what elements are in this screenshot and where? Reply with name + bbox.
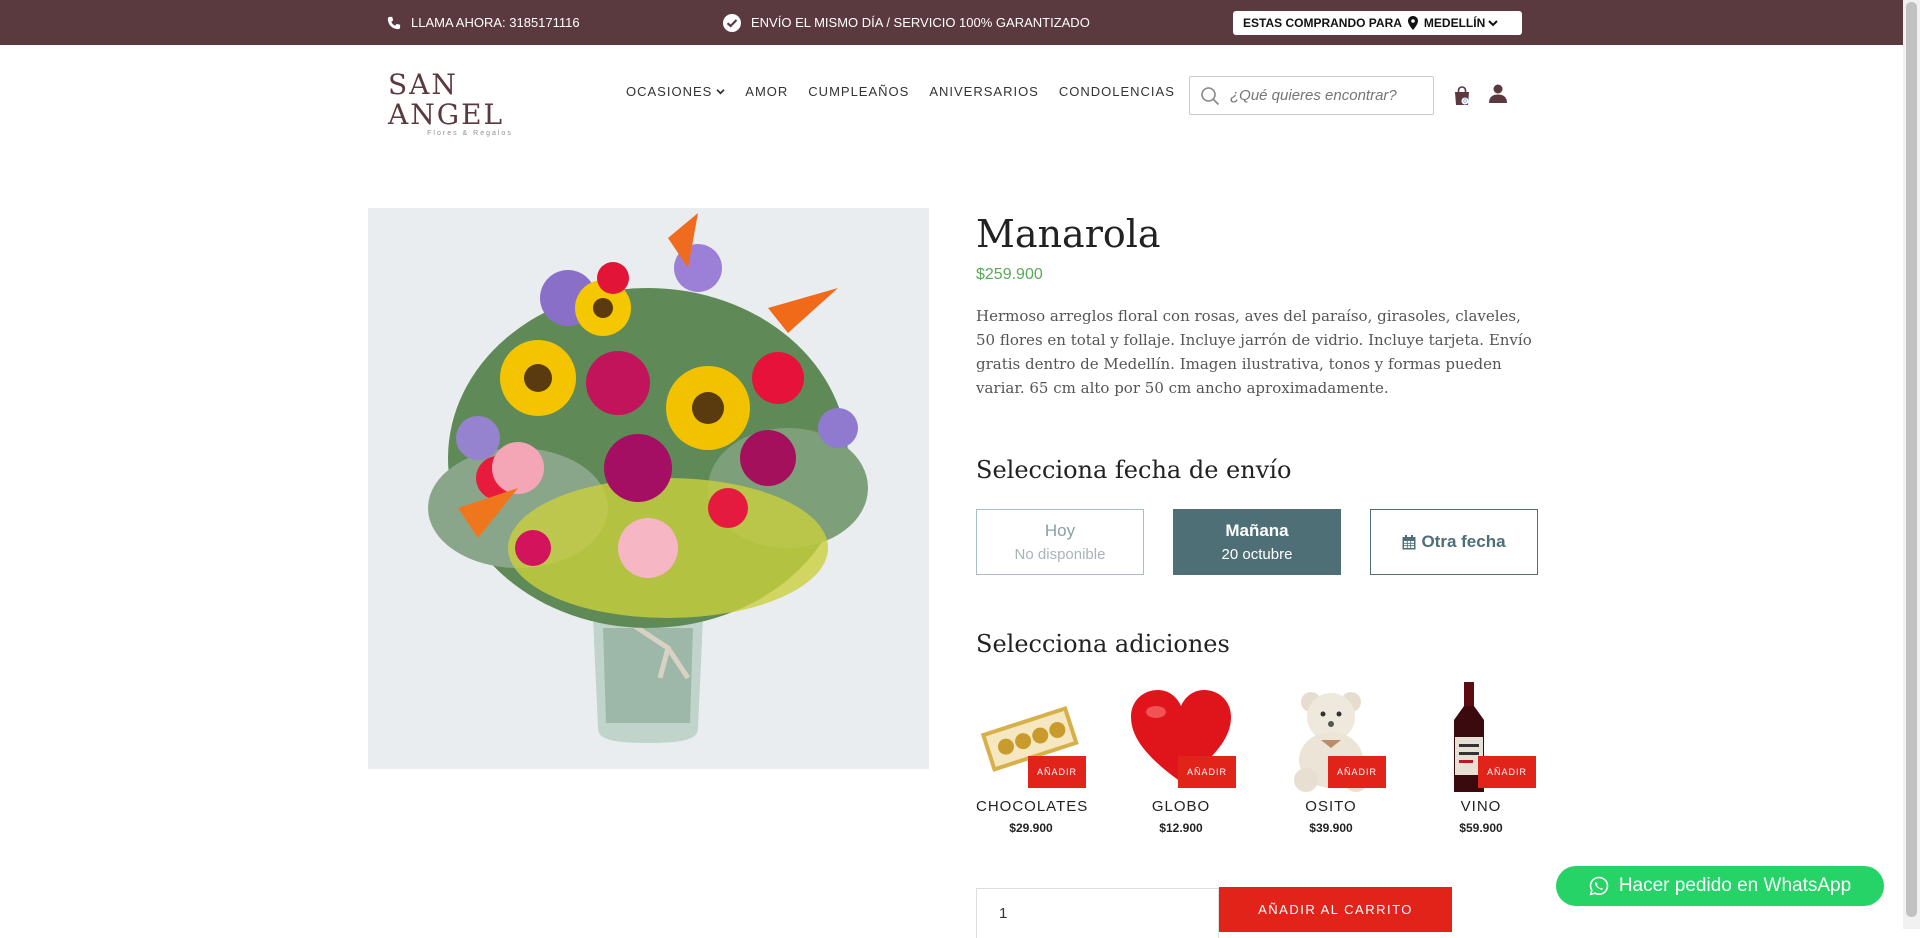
nav-item-amor[interactable]: AMOR [745,84,788,99]
add-addon-button[interactable]: AÑADIR [1178,756,1236,788]
nav-item-condolencias[interactable]: CONDOLENCIAS [1059,84,1175,99]
date-option-other[interactable]: Otra fecha [1370,509,1538,575]
user-icon [1489,84,1507,103]
addon-globo: AÑADIR GLOBO $12.900 [1126,682,1236,835]
add-addon-button[interactable]: AÑADIR [1328,756,1386,788]
map-marker-icon [1407,16,1418,30]
nav-label: CUMPLEAÑOS [808,84,910,99]
addon-vino: AÑADIR VINO $59.900 [1426,682,1536,835]
site-logo[interactable]: SAN ANGEL Flores & Regalos [388,70,558,138]
nav-label: CONDOLENCIAS [1058,84,1175,99]
date-option-label: Hoy [1044,521,1076,540]
add-addon-button[interactable]: AÑADIR [1478,756,1536,788]
addon-price: $39.900 [1309,821,1353,835]
addon-price: $29.900 [1009,821,1053,835]
phone-text: LLAMA AHORA: 3185171116 [411,15,580,30]
nav-item-cumpleanos[interactable]: CUMPLEAÑOS [808,84,909,99]
chevron-down-icon [716,89,725,95]
add-to-cart-button[interactable]: AÑADIR AL CARRITO [1219,887,1452,932]
product-image[interactable] [368,208,929,769]
search-box [1189,76,1434,115]
main-nav: OCASIONES AMOR CUMPLEAÑOS ANIVERSARIOS C… [626,84,1175,99]
whatsapp-icon [1589,876,1609,896]
buying-for-label: ESTAS COMPRANDO PARA [1243,16,1402,30]
phone-contact[interactable]: LLAMA AHORA: 3185171116 [387,0,580,45]
addon-price: $12.900 [1159,821,1203,835]
quantity-input[interactable]: 1 [976,888,1219,938]
delivery-date-heading: Selecciona fecha de envío [976,456,1292,484]
date-option-sub: 20 octubre [1221,546,1293,563]
cart-button[interactable]: 0 [1453,86,1471,111]
addon-price: $59.900 [1459,821,1503,835]
nav-item-aniversarios[interactable]: ANIVERSARIOS [929,84,1039,99]
product-description: Hermoso arreglos floral con rosas, aves … [976,307,1532,397]
nav-item-ocasiones[interactable]: OCASIONES [626,84,725,99]
page-scrollbar[interactable] [1903,0,1920,929]
addons-heading: Selecciona adiciones [976,630,1230,658]
addon-osito: AÑADIR OSITO $39.900 [1276,682,1386,835]
nav-label: AMOR [745,84,789,99]
account-button[interactable] [1489,84,1507,108]
calendar-icon [1402,534,1416,549]
addon-chocolates: AÑADIR CHOCOLATES $29.900 [976,682,1089,835]
whatsapp-label: Hacer pedido en WhatsApp [1618,875,1852,896]
nav-label: ANIVERSARIOS [929,84,1039,99]
addon-name: CHOCOLATES [976,798,1089,815]
logo-subtitle: Flores & Regalos [427,130,513,137]
add-addon-button[interactable]: AÑADIR [1028,756,1086,788]
shipping-guarantee: ENVÍO EL MISMO DÍA / SERVICIO 100% GARAN… [723,0,1090,45]
shopping-bag-icon: 0 [1455,86,1469,105]
date-option-label: Otra fecha [1421,532,1506,551]
addon-name: OSITO [1305,798,1357,815]
date-option-label: Mañana [1225,521,1289,540]
date-option-today[interactable]: Hoy No disponible [976,509,1144,575]
scrollbar-thumb[interactable] [1906,2,1917,917]
date-option-tomorrow[interactable]: Mañana 20 octubre [1173,509,1341,575]
chevron-down-icon [1488,20,1498,27]
city-value: MEDELLÍN [1423,16,1486,30]
city-selector-box: ESTAS COMPRANDO PARA MEDELLÍN [1233,11,1522,35]
addon-name: GLOBO [1151,798,1211,815]
addon-name: VINO [1460,798,1502,815]
search-icon[interactable] [1200,86,1220,106]
check-circle-icon [723,13,741,32]
whatsapp-order-button[interactable]: Hacer pedido en WhatsApp [1556,866,1884,906]
logo-text: SAN ANGEL [388,68,505,131]
date-option-sub: No disponible [1014,546,1106,563]
top-bar: LLAMA AHORA: 3185171116 ENVÍO EL MISMO D… [0,0,1903,45]
product-price: $259.900 [976,266,1043,283]
search-input[interactable] [1228,86,1422,105]
bouquet-image [368,208,929,769]
shipping-text: ENVÍO EL MISMO DÍA / SERVICIO 100% GARAN… [751,15,1090,30]
phone-icon [387,16,401,29]
city-select[interactable]: MEDELLÍN [1424,16,1498,30]
product-title: Manarola [976,212,1161,256]
nav-label: OCASIONES [626,84,713,99]
